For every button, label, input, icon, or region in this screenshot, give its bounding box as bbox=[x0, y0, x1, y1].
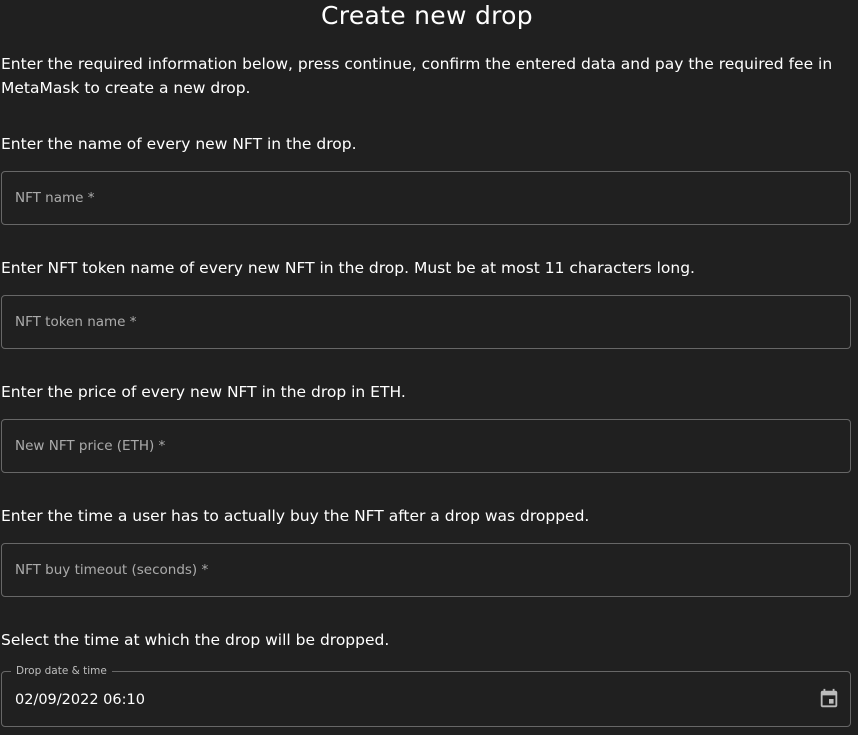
nft-name-input[interactable] bbox=[2, 172, 850, 224]
drop-date-field[interactable]: Drop date & time 02/09/2022 06:10 bbox=[1, 664, 851, 727]
nft-token-name-field[interactable] bbox=[1, 295, 851, 349]
nft-price-field[interactable] bbox=[1, 419, 851, 473]
calendar-icon[interactable] bbox=[818, 688, 840, 710]
drop-date-label: Drop date & time bbox=[11, 664, 112, 678]
nft-name-field[interactable] bbox=[1, 171, 851, 225]
create-drop-page: Create new drop Enter the required infor… bbox=[0, 0, 858, 735]
nft-price-input[interactable] bbox=[2, 420, 850, 472]
nft-name-description: Enter the name of every new NFT in the d… bbox=[1, 135, 357, 153]
nft-token-name-input[interactable] bbox=[2, 296, 850, 348]
buy-timeout-description: Enter the time a user has to actually bu… bbox=[1, 507, 590, 525]
page-title: Create new drop bbox=[321, 1, 533, 30]
intro-text: Enter the required information below, pr… bbox=[1, 55, 833, 97]
buy-timeout-input[interactable] bbox=[2, 544, 850, 596]
nft-token-name-description: Enter NFT token name of every new NFT in… bbox=[1, 259, 695, 277]
buy-timeout-field[interactable] bbox=[1, 543, 851, 597]
drop-date-description: Select the time at which the drop will b… bbox=[1, 631, 390, 649]
drop-date-value[interactable]: 02/09/2022 06:10 bbox=[15, 690, 145, 710]
nft-price-description: Enter the price of every new NFT in the … bbox=[1, 383, 406, 401]
